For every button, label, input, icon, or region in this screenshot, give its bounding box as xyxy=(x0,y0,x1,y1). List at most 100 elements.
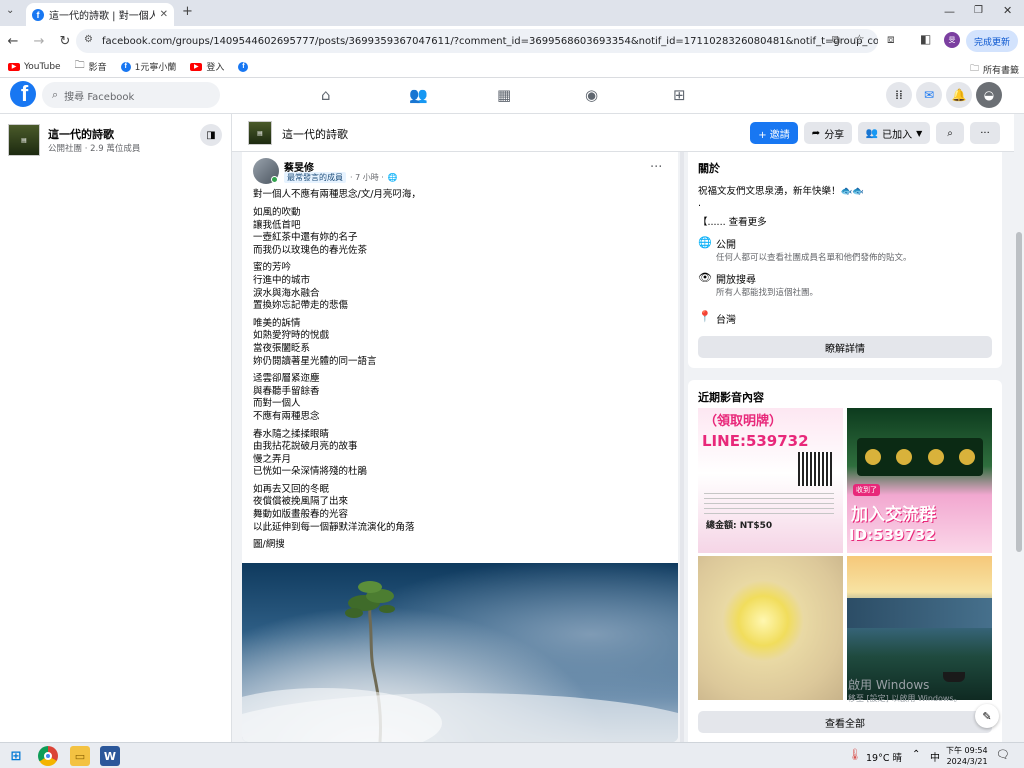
media-tile-1[interactable]: （領取明牌） LINE:539732 總金額: NT$50 xyxy=(698,408,843,553)
tab-search-icon[interactable]: ⌄ xyxy=(6,5,14,16)
ball-icon xyxy=(864,449,881,465)
ime-indicator[interactable]: 中 xyxy=(930,749,940,764)
notifications-bell-icon[interactable]: 🔔 xyxy=(946,82,972,108)
browser-tab-active[interactable]: f 這一代的詩歌 | 對一個人不應有 ✕ xyxy=(26,3,174,26)
search-input[interactable]: ⌕ 搜尋 Facebook xyxy=(42,82,220,108)
photo-credit: 圖/網搜 xyxy=(253,539,285,551)
members-icon: 👥 xyxy=(865,127,879,139)
group-header-name[interactable]: 這一代的詩歌 xyxy=(282,126,348,142)
compose-icon[interactable]: ✎ xyxy=(975,704,999,728)
chrome-icon[interactable] xyxy=(38,746,58,766)
bookmark-login[interactable]: ▶ 登入 xyxy=(190,60,224,73)
member-badge[interactable]: 最常發言的成員 xyxy=(284,172,346,183)
file-explorer-icon[interactable]: ▭ xyxy=(70,746,90,766)
forward-icon[interactable]: → xyxy=(26,34,52,49)
messenger-icon[interactable]: ✉ xyxy=(916,82,942,108)
new-tab-icon[interactable]: + xyxy=(182,4,193,19)
tile2-top-text: 收到了 xyxy=(853,484,880,496)
bookmark-label: YouTube xyxy=(24,61,61,72)
close-window-icon[interactable]: ✕ xyxy=(1003,4,1012,17)
sidebar-group-name[interactable]: 這一代的詩歌 xyxy=(48,126,114,142)
minimize-icon[interactable]: — xyxy=(944,5,955,18)
joined-button[interactable]: 👥 已加入 ▼ xyxy=(858,122,930,144)
groups-icon[interactable]: ◉ xyxy=(585,86,598,104)
extensions-icon[interactable]: ⧈ xyxy=(887,32,895,47)
marketplace-icon[interactable]: ▦ xyxy=(497,86,511,104)
page-scrollbar[interactable] xyxy=(1014,114,1024,742)
profile-avatar-icon[interactable]: 旻 xyxy=(944,32,960,48)
globe-icon: 🌐 xyxy=(387,173,398,182)
account-avatar-icon[interactable]: ◒ xyxy=(976,82,1002,108)
media-heading: 近期影音內容 xyxy=(698,391,764,404)
clock[interactable]: 下午 09:54 2024/3/21 xyxy=(946,745,988,767)
poem-line: 唯美的訴情 xyxy=(253,317,301,329)
install-icon[interactable]: ⧉ xyxy=(832,33,840,47)
home-icon[interactable]: ⌂ xyxy=(321,86,331,104)
facebook-logo-icon[interactable]: f xyxy=(10,81,36,107)
tab-close-icon[interactable]: ✕ xyxy=(160,9,168,20)
learn-more-button[interactable]: 瞭解詳情 xyxy=(698,336,992,358)
location-text: 台灣 xyxy=(716,315,736,326)
scrollbar-thumb[interactable] xyxy=(1016,232,1022,552)
eye-icon: 👁 xyxy=(698,271,712,284)
notification-center-icon[interactable]: 🗨 xyxy=(996,748,1010,761)
friends-icon[interactable]: 👥 xyxy=(409,86,428,104)
poem-line: 一壺紅茶中還有妳的名子 xyxy=(253,232,358,244)
post-options-icon[interactable]: ··· xyxy=(650,160,662,175)
url-text: facebook.com/groups/1409544602695777/pos… xyxy=(102,35,878,47)
see-more-link[interactable]: 【...... 查看更多 xyxy=(698,214,767,228)
watermark-line2: 移至 [設定] 以啟用 Windows。 xyxy=(848,694,962,703)
site-settings-icon[interactable]: ⚙ xyxy=(84,34,93,45)
post-photo[interactable] xyxy=(242,563,678,742)
tile2-main-text: 加入交流群 xyxy=(851,505,936,525)
visibility-title: 開放搜尋 xyxy=(716,275,756,286)
poem-line: 迳雲卻層紧迩塵 xyxy=(253,373,320,385)
view-all-button[interactable]: 查看全部 xyxy=(698,711,992,733)
media-tile-3[interactable] xyxy=(698,556,843,700)
post-time[interactable]: · 7 小時 · xyxy=(350,172,384,183)
joined-label: 已加入 xyxy=(882,129,913,141)
bookmark-youtube[interactable]: ▶ YouTube xyxy=(8,62,61,72)
share-button[interactable]: ➦ 分享 xyxy=(804,122,852,144)
facebook-favicon-icon: f xyxy=(32,8,44,21)
folder-icon: 🗀 xyxy=(74,60,85,71)
weather-text[interactable]: 19°C 晴 xyxy=(866,750,902,764)
collapse-sidebar-icon[interactable]: ◨ xyxy=(200,124,222,146)
post-title: 對一個人不應有兩種思念/文/月亮叼海， xyxy=(253,189,421,200)
side-panel-icon[interactable]: ◧ xyxy=(920,32,931,46)
facebook-top-nav: f ⌕ 搜尋 Facebook ⌂ 👥 ▦ ◉ ⊞ ⁞⁞ ✉ 🔔 ◒ xyxy=(0,78,1024,114)
poem-body: 如風的吹動 讓我低首吧 一壺紅茶中還有妳的名子 而我仍以玫瑰色的春光佐茶 蜜的芳… xyxy=(253,207,415,552)
url-bar[interactable]: ⚙ facebook.com/groups/1409544602695777/p… xyxy=(76,29,878,53)
gaming-icon[interactable]: ⊞ xyxy=(673,86,686,104)
tray-arrow-icon[interactable]: ⌃ xyxy=(912,749,920,760)
more-icon: ··· xyxy=(980,127,990,139)
poem-line: 以此延伸到每一個靜默洋流演化的角落 xyxy=(253,521,415,533)
bookmark-star-icon[interactable]: ☆ xyxy=(854,32,865,46)
menu-grid-icon[interactable]: ⁞⁞ xyxy=(886,82,912,108)
word-icon[interactable]: W xyxy=(100,746,120,766)
group-search-button[interactable]: ⌕ xyxy=(936,122,964,144)
back-icon[interactable]: ← xyxy=(0,34,26,49)
youtube-icon: ▶ xyxy=(8,62,20,71)
post-scrollbar[interactable] xyxy=(680,152,684,742)
clock-date: 2024/3/21 xyxy=(946,757,988,766)
group-header-thumbnail[interactable]: ▤ xyxy=(248,121,272,145)
tab-title: 這一代的詩歌 | 對一個人不應有 xyxy=(49,11,155,22)
about-card: 關於 祝福文友們文思泉湧，新年快樂！🐟🐟 . 【...... 查看更多 🌐 公開… xyxy=(688,152,1002,368)
bookmark-label: 登入 xyxy=(206,63,225,73)
invite-button[interactable]: + 邀請 xyxy=(750,122,798,144)
bookmark-facebook[interactable]: f 1元寧小蘭 xyxy=(120,60,176,73)
restore-icon[interactable]: ❐ xyxy=(974,5,983,16)
all-bookmarks[interactable]: 🗀 所有書籤 xyxy=(970,61,1019,77)
reload-icon[interactable]: ↻ xyxy=(52,34,78,49)
group-thumbnail[interactable]: ▤ xyxy=(8,124,40,156)
more-options-button[interactable]: ··· xyxy=(970,122,1000,144)
media-tile-2[interactable]: 收到了 加入交流群 ID:539732 xyxy=(847,408,992,553)
bookmark-folder[interactable]: 🗀 影音 xyxy=(75,58,107,75)
location-pin-icon: 📍 xyxy=(698,310,712,323)
stanza: 如再去又回的冬眠 夜償償被挽風隔了出來 舞動如版畫般春的光容 以此延伸到每一個靜… xyxy=(253,484,415,534)
update-button[interactable]: 完成更新 xyxy=(966,30,1018,52)
facebook-bookmark-icon[interactable]: f xyxy=(238,61,249,72)
windows-start-icon[interactable]: ⊞ xyxy=(6,746,26,766)
search-icon: ⌕ xyxy=(947,127,953,139)
